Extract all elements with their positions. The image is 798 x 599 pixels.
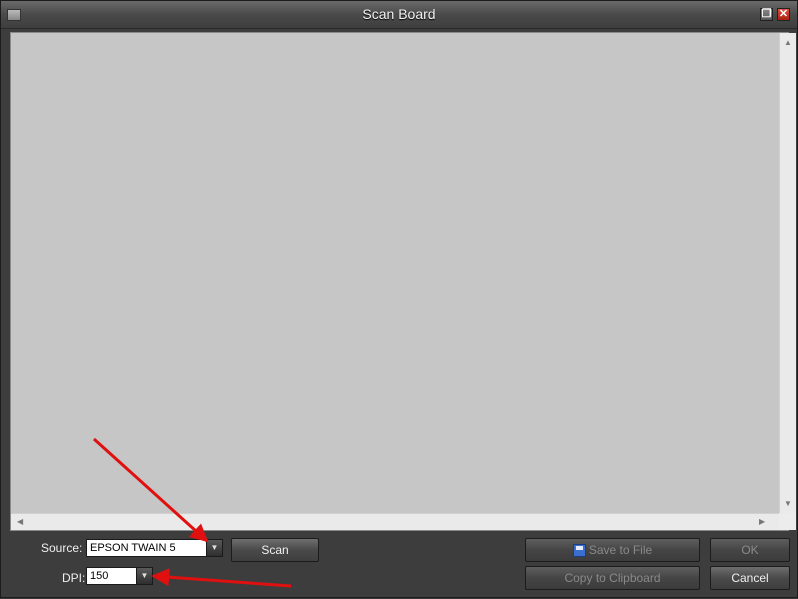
- scan-board-dialog: Scan Board ❐ ✕ ▲ ▼ ◀ ▶ Source: EPSON TWA…: [0, 0, 798, 598]
- annotation-overlay: [92, 437, 292, 588]
- annotation-arrow-source: [92, 437, 209, 543]
- annotation-arrow-dpi: [151, 568, 292, 588]
